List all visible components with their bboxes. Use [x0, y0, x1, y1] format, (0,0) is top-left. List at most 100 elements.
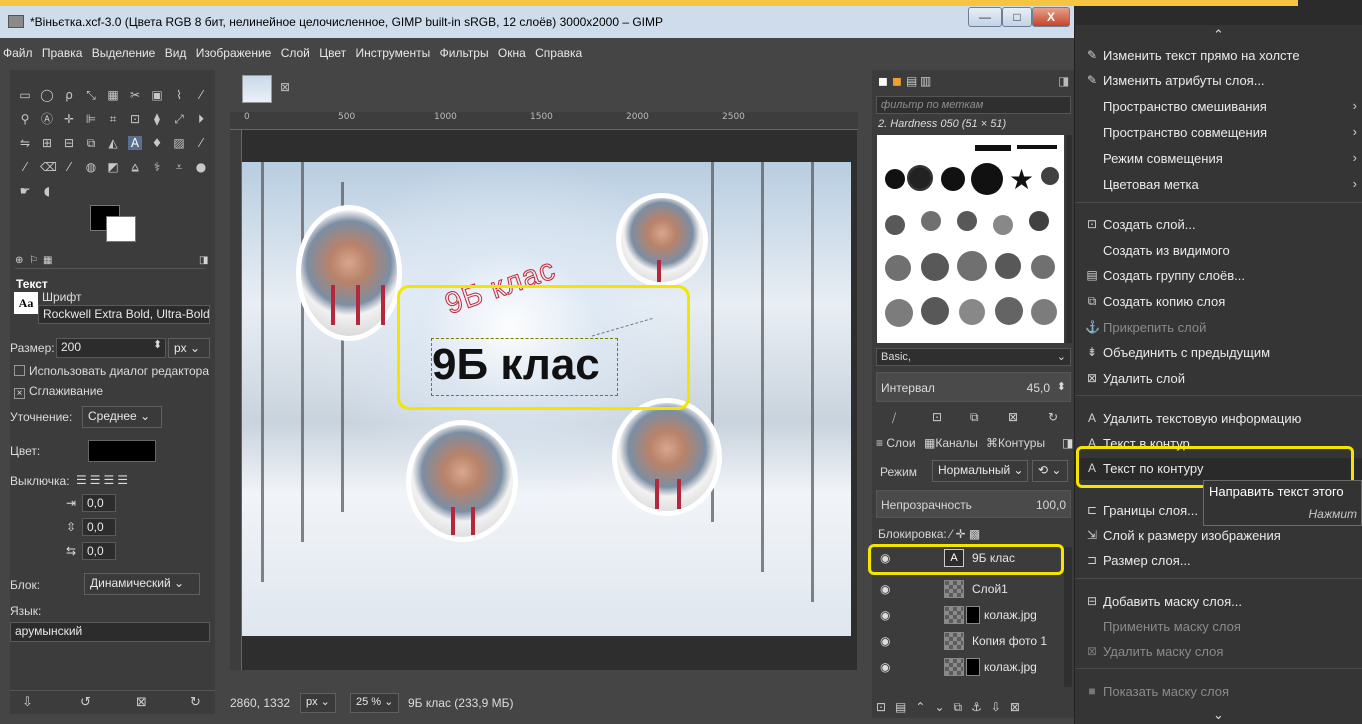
menu-select[interactable]: Выделение [89, 43, 159, 60]
canvas-text[interactable]: 9Б клас [432, 340, 600, 390]
layers-dock-menu-icon[interactable]: ◨ [1062, 436, 1073, 450]
eraser-icon[interactable]: ⌫ [40, 160, 57, 174]
menu-item-delete-layer-mask[interactable]: ⊠ Удалить маску слоя [1075, 641, 1362, 663]
composite-select[interactable]: ⟲ ⌄ [1032, 460, 1068, 482]
menu-file[interactable]: Файл [0, 43, 36, 60]
tab-menu-icon[interactable]: ◨ [199, 255, 208, 266]
brush-item[interactable] [885, 215, 905, 235]
align-icon[interactable]: ⊫ [84, 112, 98, 126]
menu-help[interactable]: Справка [532, 43, 585, 60]
edit-brush-icon[interactable]: ⧸ [892, 411, 896, 426]
font-preview-icon[interactable]: Aa [14, 292, 38, 314]
menu-item-new-from-visible[interactable]: Создать из видимого [1075, 240, 1362, 262]
font-input[interactable]: Rockwell Extra Bold, Ultra-Bold [38, 305, 210, 324]
pencil-tool-icon[interactable]: ⁄ [194, 136, 208, 150]
brush-item[interactable] [885, 169, 905, 189]
star-brush-icon[interactable]: ★ [1009, 163, 1034, 196]
perspective-clone-icon[interactable]: ⩡ [172, 160, 186, 174]
smudge-icon[interactable]: ☛ [18, 184, 32, 198]
brush-item[interactable] [921, 253, 949, 281]
brush-item[interactable] [975, 145, 1011, 151]
layer-row[interactable]: ◉ Копия фото 1 [872, 630, 1062, 654]
layer-row[interactable]: ◉ колаж.jpg [872, 604, 1062, 628]
foreground-select-icon[interactable]: ▣ [150, 88, 164, 102]
layer-row[interactable]: ◉ Слой1 [872, 578, 1062, 602]
patterns-tab-icon[interactable]: ◼ [892, 74, 902, 88]
clone-icon[interactable]: ⩠ [128, 160, 142, 174]
gradients-tab-icon[interactable]: ▥ [920, 74, 931, 88]
seamless-clone-icon[interactable]: ⊟ [62, 136, 76, 150]
tool-options-tab-icon[interactable]: ⊕ [15, 255, 23, 266]
menu-item-composite-space[interactable]: Пространство совмещения › [1075, 122, 1362, 144]
brush-item[interactable] [921, 297, 949, 325]
language-input[interactable]: арумынский [10, 622, 210, 642]
layers-scrollbar[interactable] [1064, 547, 1072, 687]
menu-item-apply-layer-mask[interactable]: Применить маску слоя [1075, 616, 1362, 638]
mypaint-icon[interactable]: ◩ [106, 160, 120, 174]
menu-scroll-up-icon[interactable]: ⌃ [1213, 27, 1224, 43]
brush-item[interactable] [1029, 211, 1049, 231]
save-options-icon[interactable]: ⇩ [22, 695, 33, 710]
menu-item-composite-mode[interactable]: Режим совмещения › [1075, 148, 1362, 170]
layer-mask-thumbnail[interactable] [966, 606, 980, 624]
color-picker-icon[interactable]: ⁄ [194, 88, 208, 102]
menu-item-duplicate-layer[interactable]: ⧉ Создать копию слоя [1075, 291, 1362, 313]
delete-options-icon[interactable]: ⊠ [136, 695, 147, 710]
brush-item[interactable] [995, 297, 1023, 325]
spacing-stepper-icon[interactable]: ⬍ [1057, 380, 1066, 393]
new-brush-icon[interactable]: ⊡ [932, 410, 942, 424]
lock-pixels-icon[interactable]: ⁄ [950, 527, 952, 541]
opacity-slider[interactable]: Непрозрачность 100,0 [876, 490, 1071, 518]
use-editor-option[interactable]: Использовать диалог редактора [14, 364, 209, 378]
minimize-button[interactable]: — [968, 7, 1002, 27]
undo-tab-icon[interactable]: ▦ [43, 255, 52, 266]
bucket-icon[interactable]: ◭ [106, 136, 120, 150]
image-tab-thumbnail[interactable] [242, 75, 272, 103]
brush-tag-filter[interactable]: фильтр по меткам [876, 96, 1071, 114]
gegl-icon[interactable]: ⧉ [84, 136, 98, 150]
menu-item-anchor-layer[interactable]: ⚓ Прикрепить слой [1075, 317, 1362, 339]
menu-item-add-layer-mask[interactable]: ⊟ Добавить маску слоя... [1075, 591, 1362, 613]
brush-grid-scrollbar[interactable] [1066, 135, 1072, 343]
lock-alpha-icon[interactable]: ▩ [969, 527, 980, 541]
menu-item-new-layer-group[interactable]: ▤ Создать группу слоёв... [1075, 265, 1362, 287]
lock-position-icon[interactable]: ✛ [955, 527, 965, 541]
menu-item-edit-layer-attributes[interactable]: ✎ Изменить атрибуты слоя... [1075, 70, 1362, 92]
unified-transform-icon[interactable]: ⊡ [128, 112, 142, 126]
brush-item[interactable] [1031, 299, 1057, 325]
menu-item-layer-to-image-size[interactable]: ⇲ Слой к размеру изображения [1075, 525, 1362, 547]
blur-icon[interactable]: ● [194, 160, 208, 174]
brush-item[interactable] [995, 253, 1021, 279]
size-input[interactable]: 200 [56, 338, 166, 358]
menu-item-discard-text-info[interactable]: A Удалить текстовую информацию [1075, 408, 1362, 430]
move-icon[interactable]: ✛ [62, 112, 76, 126]
mode-select[interactable]: Нормальный ⌄ [932, 460, 1028, 482]
spacing-slider[interactable]: Интервал 45,0 ⬍ [876, 372, 1071, 402]
tab-paths[interactable]: ⌘Контуры [986, 436, 1045, 450]
unit-select[interactable]: px ⌄ [300, 693, 336, 713]
brush-item[interactable] [957, 211, 977, 231]
line-spacing-input[interactable]: 0,0 [82, 518, 116, 536]
menu-item-new-layer[interactable]: ⊡ Создать слой... [1075, 214, 1362, 236]
brush-item[interactable] [921, 211, 941, 231]
brushes-tab-icon[interactable]: ◼ [878, 74, 888, 88]
handle-transform-icon[interactable]: ⤢ [172, 112, 186, 126]
dock-menu-icon[interactable]: ◨ [1058, 74, 1069, 88]
brush-item[interactable] [959, 299, 985, 325]
layers-footer-buttons[interactable]: ⊡▤⌃⌄⧉⚓⇩⊠ [876, 700, 1071, 718]
fill-icon[interactable]: ♦ [150, 136, 164, 150]
antialias-checkbox[interactable]: × [14, 388, 25, 399]
crop-icon[interactable]: ⌗ [106, 112, 120, 126]
brush-item[interactable] [957, 251, 987, 281]
visibility-eye-icon[interactable]: ◉ [880, 634, 890, 648]
fuzzy-select-icon[interactable]: ⤡ [84, 88, 98, 102]
menu-item-show-layer-mask[interactable]: ■ Показать маску слоя [1075, 681, 1362, 703]
brush-preset-select[interactable]: Basic, ⌄ [876, 348, 1071, 366]
fonts-tab-icon[interactable]: ▤ [906, 74, 917, 88]
letter-spacing-input[interactable]: 0,0 [82, 542, 116, 560]
brush-item[interactable] [971, 163, 1003, 195]
cage-icon[interactable]: ⊞ [40, 136, 54, 150]
background-color-swatch[interactable] [106, 216, 136, 242]
visibility-eye-icon[interactable]: ◉ [880, 660, 890, 674]
select-by-color-icon[interactable]: ▦ [106, 88, 120, 102]
